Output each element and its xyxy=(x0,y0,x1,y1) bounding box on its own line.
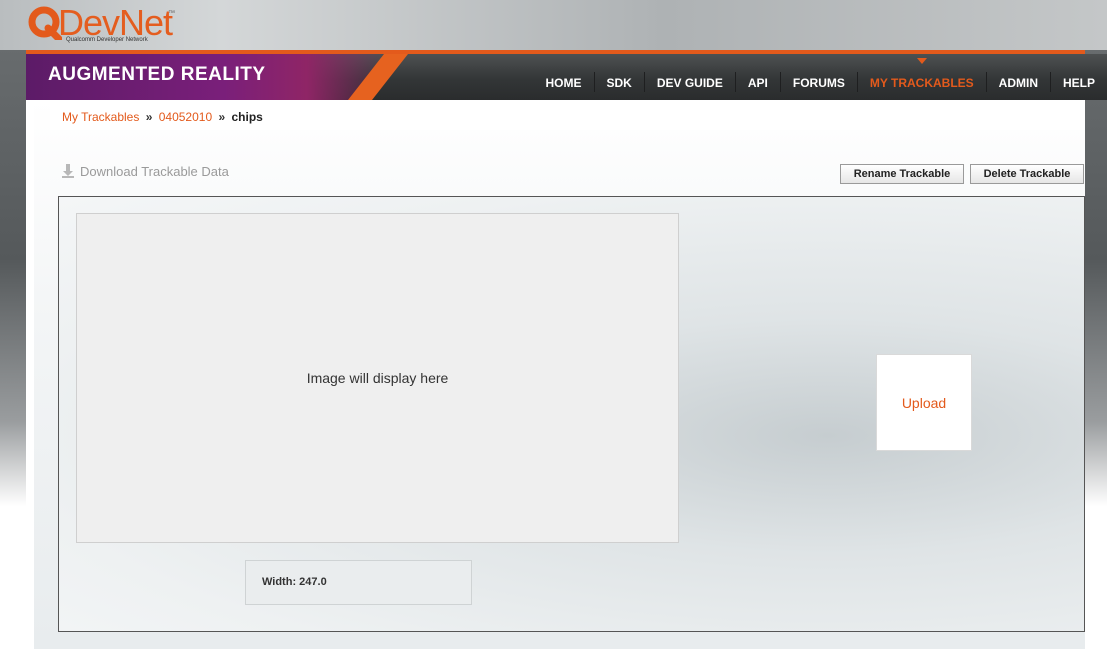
download-label: Download Trackable Data xyxy=(80,163,229,179)
image-placeholder-text: Image will display here xyxy=(306,370,449,386)
width-info: Width: 247.0 xyxy=(245,560,472,605)
breadcrumb-current: chips xyxy=(231,110,263,124)
breadcrumb: My Trackables » 04052010 » chips xyxy=(50,104,1080,130)
main-nav: AUGMENTED REALITY HOME SDK DEV GUIDE API… xyxy=(26,54,1107,100)
download-arrow-icon xyxy=(62,164,74,178)
logo-subtitle: Qualcomm Developer Network xyxy=(66,37,148,43)
breadcrumb-separator: » xyxy=(145,110,153,124)
nav-brand-banner: AUGMENTED REALITY xyxy=(26,54,386,100)
nav-item-api[interactable]: API xyxy=(736,76,780,100)
nav-item-forums[interactable]: FORUMS xyxy=(781,76,857,100)
nav-item-dev-guide[interactable]: DEV GUIDE xyxy=(645,76,735,100)
content-area: My Trackables » 04052010 » chips Downloa… xyxy=(34,100,1085,649)
nav-item-home[interactable]: HOME xyxy=(534,76,594,100)
nav-item-admin[interactable]: ADMIN xyxy=(987,76,1050,100)
nav-item-sdk[interactable]: SDK xyxy=(595,76,644,100)
qualcomm-q-logo-icon xyxy=(28,6,62,40)
nav-item-help[interactable]: HELP xyxy=(1051,76,1107,100)
nav-item-my-trackables[interactable]: MY TRACKABLES xyxy=(858,58,986,100)
delete-trackable-button[interactable]: Delete Trackable xyxy=(970,164,1084,184)
logo-bar: DevNet ™ Qualcomm Developer Network xyxy=(0,0,1107,50)
upload-label: Upload xyxy=(901,394,947,411)
rename-trackable-button[interactable]: Rename Trackable xyxy=(840,164,964,184)
nav-items: HOME SDK DEV GUIDE API FORUMS MY TRACKAB… xyxy=(534,54,1107,100)
trackable-panel: Image will display here Width: 247.0 Upl… xyxy=(58,196,1085,632)
logo-trademark: ™ xyxy=(168,10,175,17)
image-preview-area: Image will display here xyxy=(76,213,679,543)
breadcrumb-link-my-trackables[interactable]: My Trackables xyxy=(62,110,139,124)
breadcrumb-link-04052010[interactable]: 04052010 xyxy=(159,110,212,124)
breadcrumb-separator: » xyxy=(218,110,226,124)
page-edge-left xyxy=(0,0,26,649)
upload-button[interactable]: Upload xyxy=(876,354,972,451)
nav-brand-title: AUGMENTED REALITY xyxy=(48,64,266,85)
download-trackable-data-link[interactable]: Download Trackable Data xyxy=(60,163,229,179)
